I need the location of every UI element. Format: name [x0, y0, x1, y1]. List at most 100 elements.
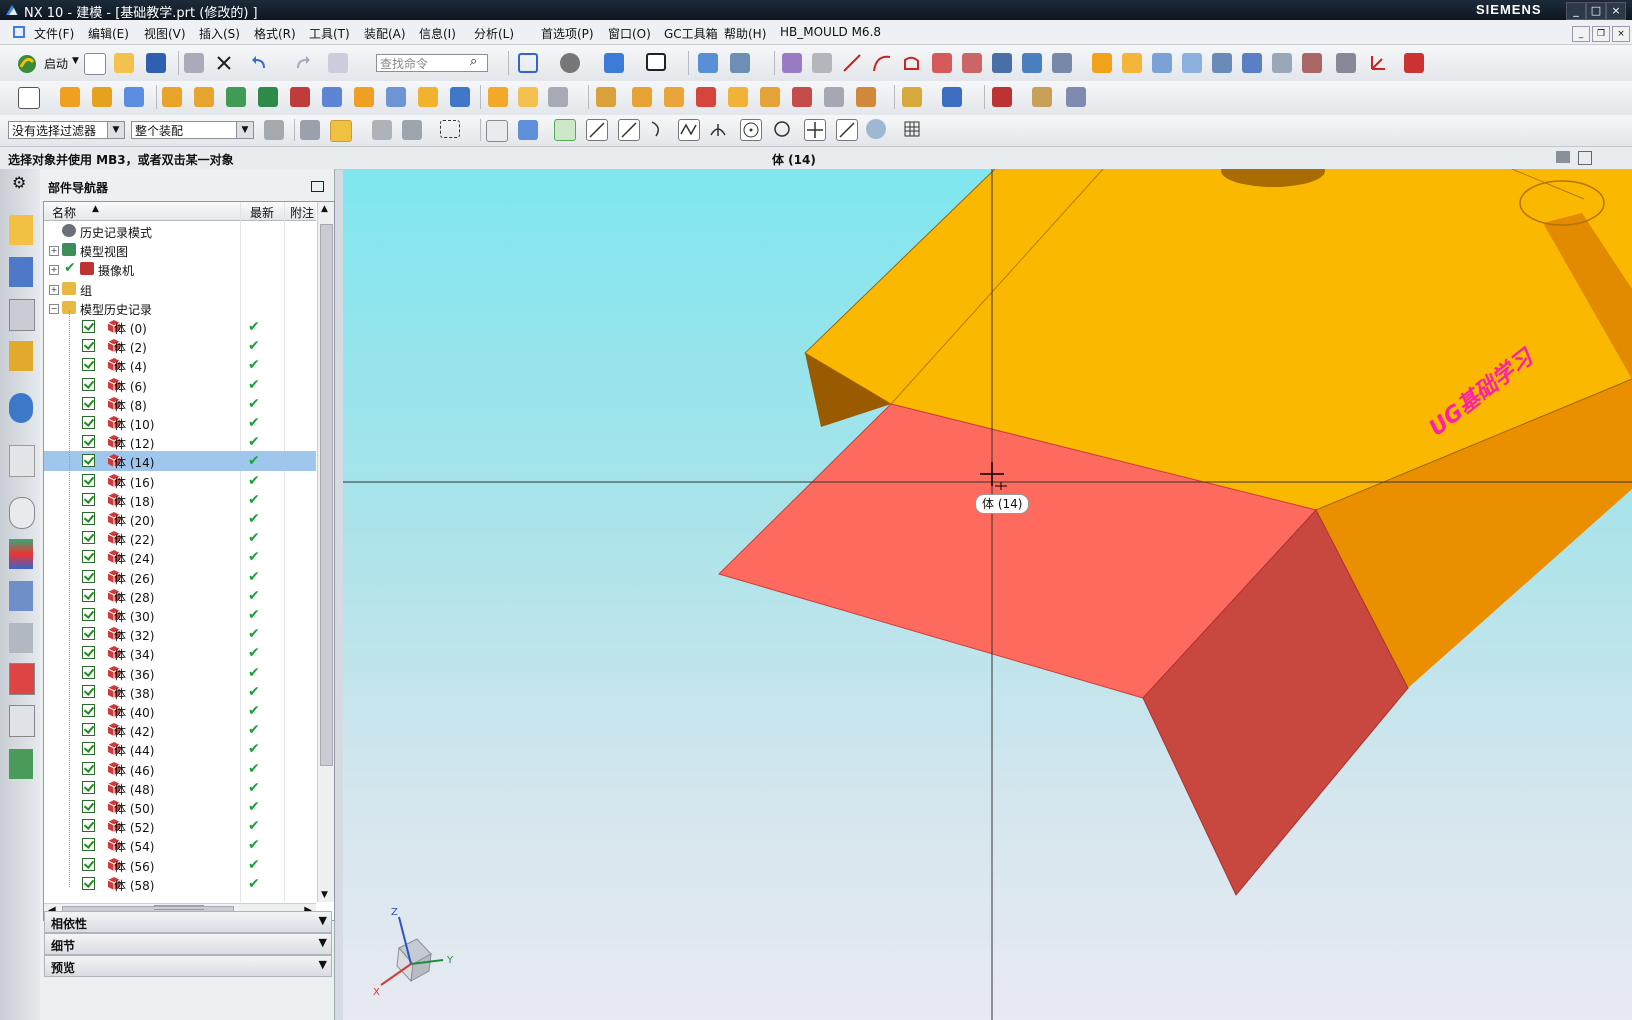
chevron-down-icon[interactable]: ▼: [319, 936, 327, 949]
view-triad[interactable]: [380, 916, 444, 986]
details-panel[interactable]: 细节 ▼: [44, 933, 332, 955]
process-studio-tab-icon[interactable]: [9, 581, 33, 611]
mirror-face-icon[interactable]: [856, 87, 876, 107]
work-layer-icon[interactable]: [698, 53, 718, 73]
ruled-surface-icon[interactable]: [1152, 53, 1172, 73]
menu-window[interactable]: 窗口(O): [608, 25, 651, 42]
through-curves-icon[interactable]: [1182, 53, 1202, 73]
select-point-icon[interactable]: [372, 120, 392, 140]
body-row[interactable]: 体 (14) ✔: [44, 451, 316, 472]
offset-curve-icon[interactable]: [962, 53, 982, 73]
panel-splitter[interactable]: [154, 905, 204, 910]
menu-edit[interactable]: 编辑(E): [88, 25, 129, 42]
menu-preferences[interactable]: 首选项(P): [541, 25, 594, 42]
offset-face-icon[interactable]: [518, 87, 538, 107]
select-body-icon[interactable]: [402, 120, 422, 140]
doc-close-button[interactable]: ×: [1612, 26, 1630, 42]
reuse-library-tab-icon[interactable]: [9, 341, 33, 371]
pattern-face-icon[interactable]: [824, 87, 844, 107]
scroll-down-icon[interactable]: ▼: [321, 890, 328, 900]
ruler-icon[interactable]: [1032, 87, 1052, 107]
expand-icon[interactable]: +: [49, 246, 59, 257]
body-row[interactable]: 体 (52) ✔: [44, 816, 316, 836]
emboss-icon[interactable]: [162, 87, 182, 107]
body-row[interactable]: 体 (16) ✔: [44, 471, 316, 491]
preview-panel[interactable]: 预览 ▼: [44, 955, 332, 977]
tree-row[interactable]: − 模型历史记录: [44, 298, 316, 318]
visibility-checkbox[interactable]: [82, 588, 95, 602]
mesh-surface-icon[interactable]: [1212, 53, 1232, 73]
visibility-checkbox[interactable]: [82, 358, 95, 372]
visibility-checkbox[interactable]: [82, 492, 95, 506]
menu-assembly[interactable]: 装配(A): [364, 25, 406, 42]
edge-blend-icon[interactable]: [354, 87, 374, 107]
visibility-checkbox[interactable]: [82, 665, 95, 679]
arc-center-snap-icon[interactable]: [708, 119, 728, 139]
column-name[interactable]: 名称: [52, 204, 76, 221]
visibility-checkbox[interactable]: [82, 473, 95, 487]
visibility-checkbox[interactable]: [82, 627, 95, 641]
minimize-button[interactable]: _: [1566, 2, 1586, 20]
maximize-panel-icon[interactable]: [311, 181, 324, 192]
visibility-checkbox[interactable]: [82, 857, 95, 871]
visibility-checkbox[interactable]: [82, 742, 95, 756]
undo-icon[interactable]: [250, 53, 270, 73]
body-row[interactable]: 体 (20) ✔: [44, 509, 316, 529]
visibility-checkbox[interactable]: [82, 684, 95, 698]
chevron-down-icon[interactable]: ▼: [236, 122, 253, 138]
visibility-checkbox[interactable]: [82, 646, 95, 660]
body-row[interactable]: 体 (10) ✔: [44, 413, 316, 433]
redo-icon[interactable]: [292, 53, 312, 73]
resize-blend-icon[interactable]: [760, 87, 780, 107]
body-row[interactable]: 体 (48) ✔: [44, 778, 316, 798]
visibility-checkbox[interactable]: [82, 876, 95, 890]
body-row[interactable]: 体 (42) ✔: [44, 720, 316, 740]
scroll-thumb[interactable]: [320, 224, 333, 766]
bounded-grid-icon[interactable]: [866, 119, 886, 139]
roles-tab-icon[interactable]: [9, 663, 35, 695]
point-on-curve-snap-icon[interactable]: [804, 119, 826, 141]
visibility-checkbox[interactable]: [82, 339, 95, 353]
chevron-down-icon[interactable]: ▼: [72, 56, 79, 66]
visibility-checkbox[interactable]: [82, 723, 95, 737]
constraint-navigator-tab-icon[interactable]: [9, 299, 35, 331]
view-frame-icon[interactable]: [646, 53, 666, 71]
cylinder-icon[interactable]: [1122, 53, 1142, 73]
menu-info[interactable]: 信息(I): [419, 25, 456, 42]
assembly-filter-icon[interactable]: [264, 120, 284, 140]
body-row[interactable]: 体 (4) ✔: [44, 355, 316, 375]
coordinate-icon[interactable]: [1336, 53, 1356, 73]
analysis-icon[interactable]: [1302, 53, 1322, 73]
doc-minimize-button[interactable]: _: [1572, 26, 1590, 42]
menu-gc-toolbox[interactable]: GC工具箱: [664, 25, 718, 42]
pull-face-icon[interactable]: [664, 87, 684, 107]
system-materials-tab-icon[interactable]: [9, 539, 33, 569]
column-note[interactable]: 附注: [290, 204, 314, 221]
save-icon[interactable]: [146, 53, 166, 73]
visibility-checkbox[interactable]: [82, 704, 95, 717]
tree-row[interactable]: + ✔ 摄像机: [44, 259, 316, 279]
circle-center-snap-icon[interactable]: [740, 119, 762, 141]
endpoint-snap-icon[interactable]: [586, 119, 608, 141]
visibility-checkbox[interactable]: [82, 800, 95, 813]
body-row[interactable]: 体 (44) ✔: [44, 739, 316, 759]
book-icon[interactable]: [1022, 53, 1042, 73]
shaded-cube-toggle-icon[interactable]: [518, 120, 538, 140]
visibility-checkbox[interactable]: [82, 320, 95, 333]
tree-row[interactable]: 历史记录模式: [44, 221, 316, 241]
visibility-checkbox[interactable]: [82, 435, 95, 449]
body-row[interactable]: 体 (6) ✔: [44, 375, 316, 395]
body-row[interactable]: 体 (2) ✔: [44, 336, 316, 356]
collapse-icon[interactable]: −: [49, 303, 59, 314]
visibility-checkbox[interactable]: [82, 377, 95, 391]
play-feature-icon[interactable]: [942, 87, 962, 107]
selection-scope-select[interactable]: 整个装配 ▼: [131, 121, 254, 139]
measure-distance-icon[interactable]: [992, 87, 1012, 107]
snap-point-icon[interactable]: [554, 119, 576, 141]
render-style-icon[interactable]: [560, 53, 580, 73]
visibility-checkbox[interactable]: [82, 512, 95, 525]
body-row[interactable]: 体 (30) ✔: [44, 605, 316, 625]
pad-icon[interactable]: [60, 87, 80, 107]
curve-icon[interactable]: [932, 53, 952, 73]
body-row[interactable]: 体 (28) ✔: [44, 586, 316, 606]
